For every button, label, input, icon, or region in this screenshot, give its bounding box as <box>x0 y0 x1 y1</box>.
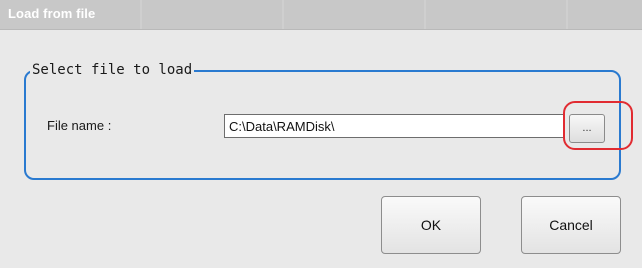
cancel-button[interactable]: Cancel <box>521 196 621 254</box>
ok-button[interactable]: OK <box>381 196 481 254</box>
title-bar[interactable]: Load from file <box>0 0 642 30</box>
file-name-label: File name : <box>47 118 112 133</box>
load-from-file-dialog: Load from file Select file to load File … <box>0 0 642 268</box>
browse-button[interactable]: ... <box>569 114 605 143</box>
dialog-title: Load from file <box>8 6 96 21</box>
group-title: Select file to load <box>30 62 195 78</box>
file-name-input[interactable] <box>224 114 564 138</box>
